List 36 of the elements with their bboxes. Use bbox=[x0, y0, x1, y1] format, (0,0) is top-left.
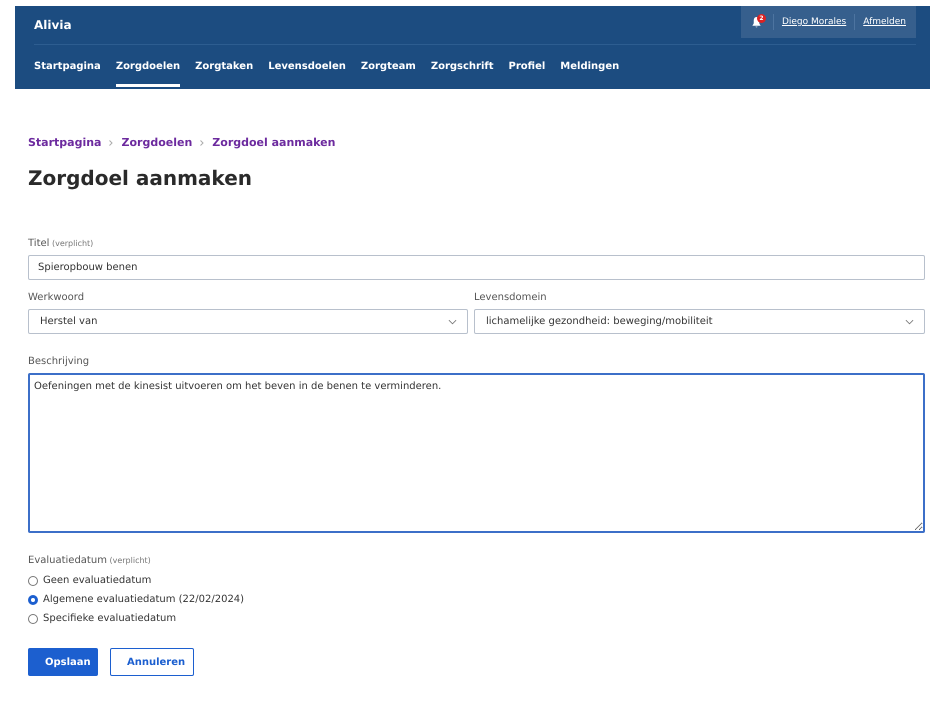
breadcrumb-link[interactable]: Startpagina bbox=[28, 136, 102, 149]
nav-tab[interactable]: Meldingen bbox=[560, 51, 620, 87]
select-field[interactable]: Herstel van bbox=[28, 309, 468, 334]
field-label: Levensdomein bbox=[474, 292, 548, 303]
nav-tab[interactable]: Startpagina bbox=[34, 51, 101, 87]
radio-label: Algemene evaluatiedatum (22/02/2024) bbox=[43, 594, 244, 605]
radio-label: Specifieke evaluatiedatum bbox=[43, 613, 176, 624]
logout-link[interactable]: Afmelden bbox=[863, 17, 906, 27]
field-label: Titel (verplicht) bbox=[28, 238, 94, 249]
description-field[interactable]: Oefeningen met de kinesist uitvoeren om het beven in de benen te verminderen. bbox=[28, 373, 925, 533]
nav-tab[interactable]: Zorgtaken bbox=[195, 51, 254, 87]
text-field[interactable]: Spieropbouw benen bbox=[28, 255, 925, 280]
breadcrumb-link[interactable]: Zorgdoelen bbox=[121, 136, 192, 149]
chevron-down-icon bbox=[448, 318, 457, 324]
user-link[interactable]: Diego Morales bbox=[782, 17, 846, 27]
page-title: Zorgdoel aanmaken bbox=[28, 166, 253, 190]
field-label: Werkwoord bbox=[28, 292, 86, 303]
save-button[interactable]: Opslaan bbox=[28, 648, 98, 676]
nav-tab[interactable]: Zorgdoelen bbox=[116, 51, 180, 87]
chevron-icon bbox=[109, 140, 114, 146]
breadcrumb-link[interactable]: Zorgdoel aanmaken bbox=[212, 136, 336, 149]
field-label: Evaluatiedatum (verplicht) bbox=[28, 555, 152, 566]
cancel-button[interactable]: Annuleren bbox=[110, 648, 194, 676]
nav-tab[interactable]: Profiel bbox=[508, 51, 546, 87]
radio-button[interactable] bbox=[28, 594, 38, 604]
nav-tab[interactable]: Zorgteam bbox=[360, 51, 416, 87]
radio-label: Geen evaluatiedatum bbox=[43, 575, 152, 586]
app-name: Alivia bbox=[34, 18, 72, 32]
select-field[interactable]: lichamelijke gezondheid: beweging/mobiliteit bbox=[474, 309, 925, 334]
field-label: Beschrijving bbox=[28, 356, 90, 367]
nav-tab[interactable]: Zorgschrift bbox=[430, 51, 494, 87]
radio-button[interactable] bbox=[28, 576, 38, 586]
chevron-down-icon bbox=[905, 318, 914, 324]
radio-button[interactable] bbox=[28, 614, 38, 624]
nav-tab[interactable]: Levensdoelen bbox=[268, 51, 346, 87]
chevron-icon bbox=[200, 140, 204, 146]
